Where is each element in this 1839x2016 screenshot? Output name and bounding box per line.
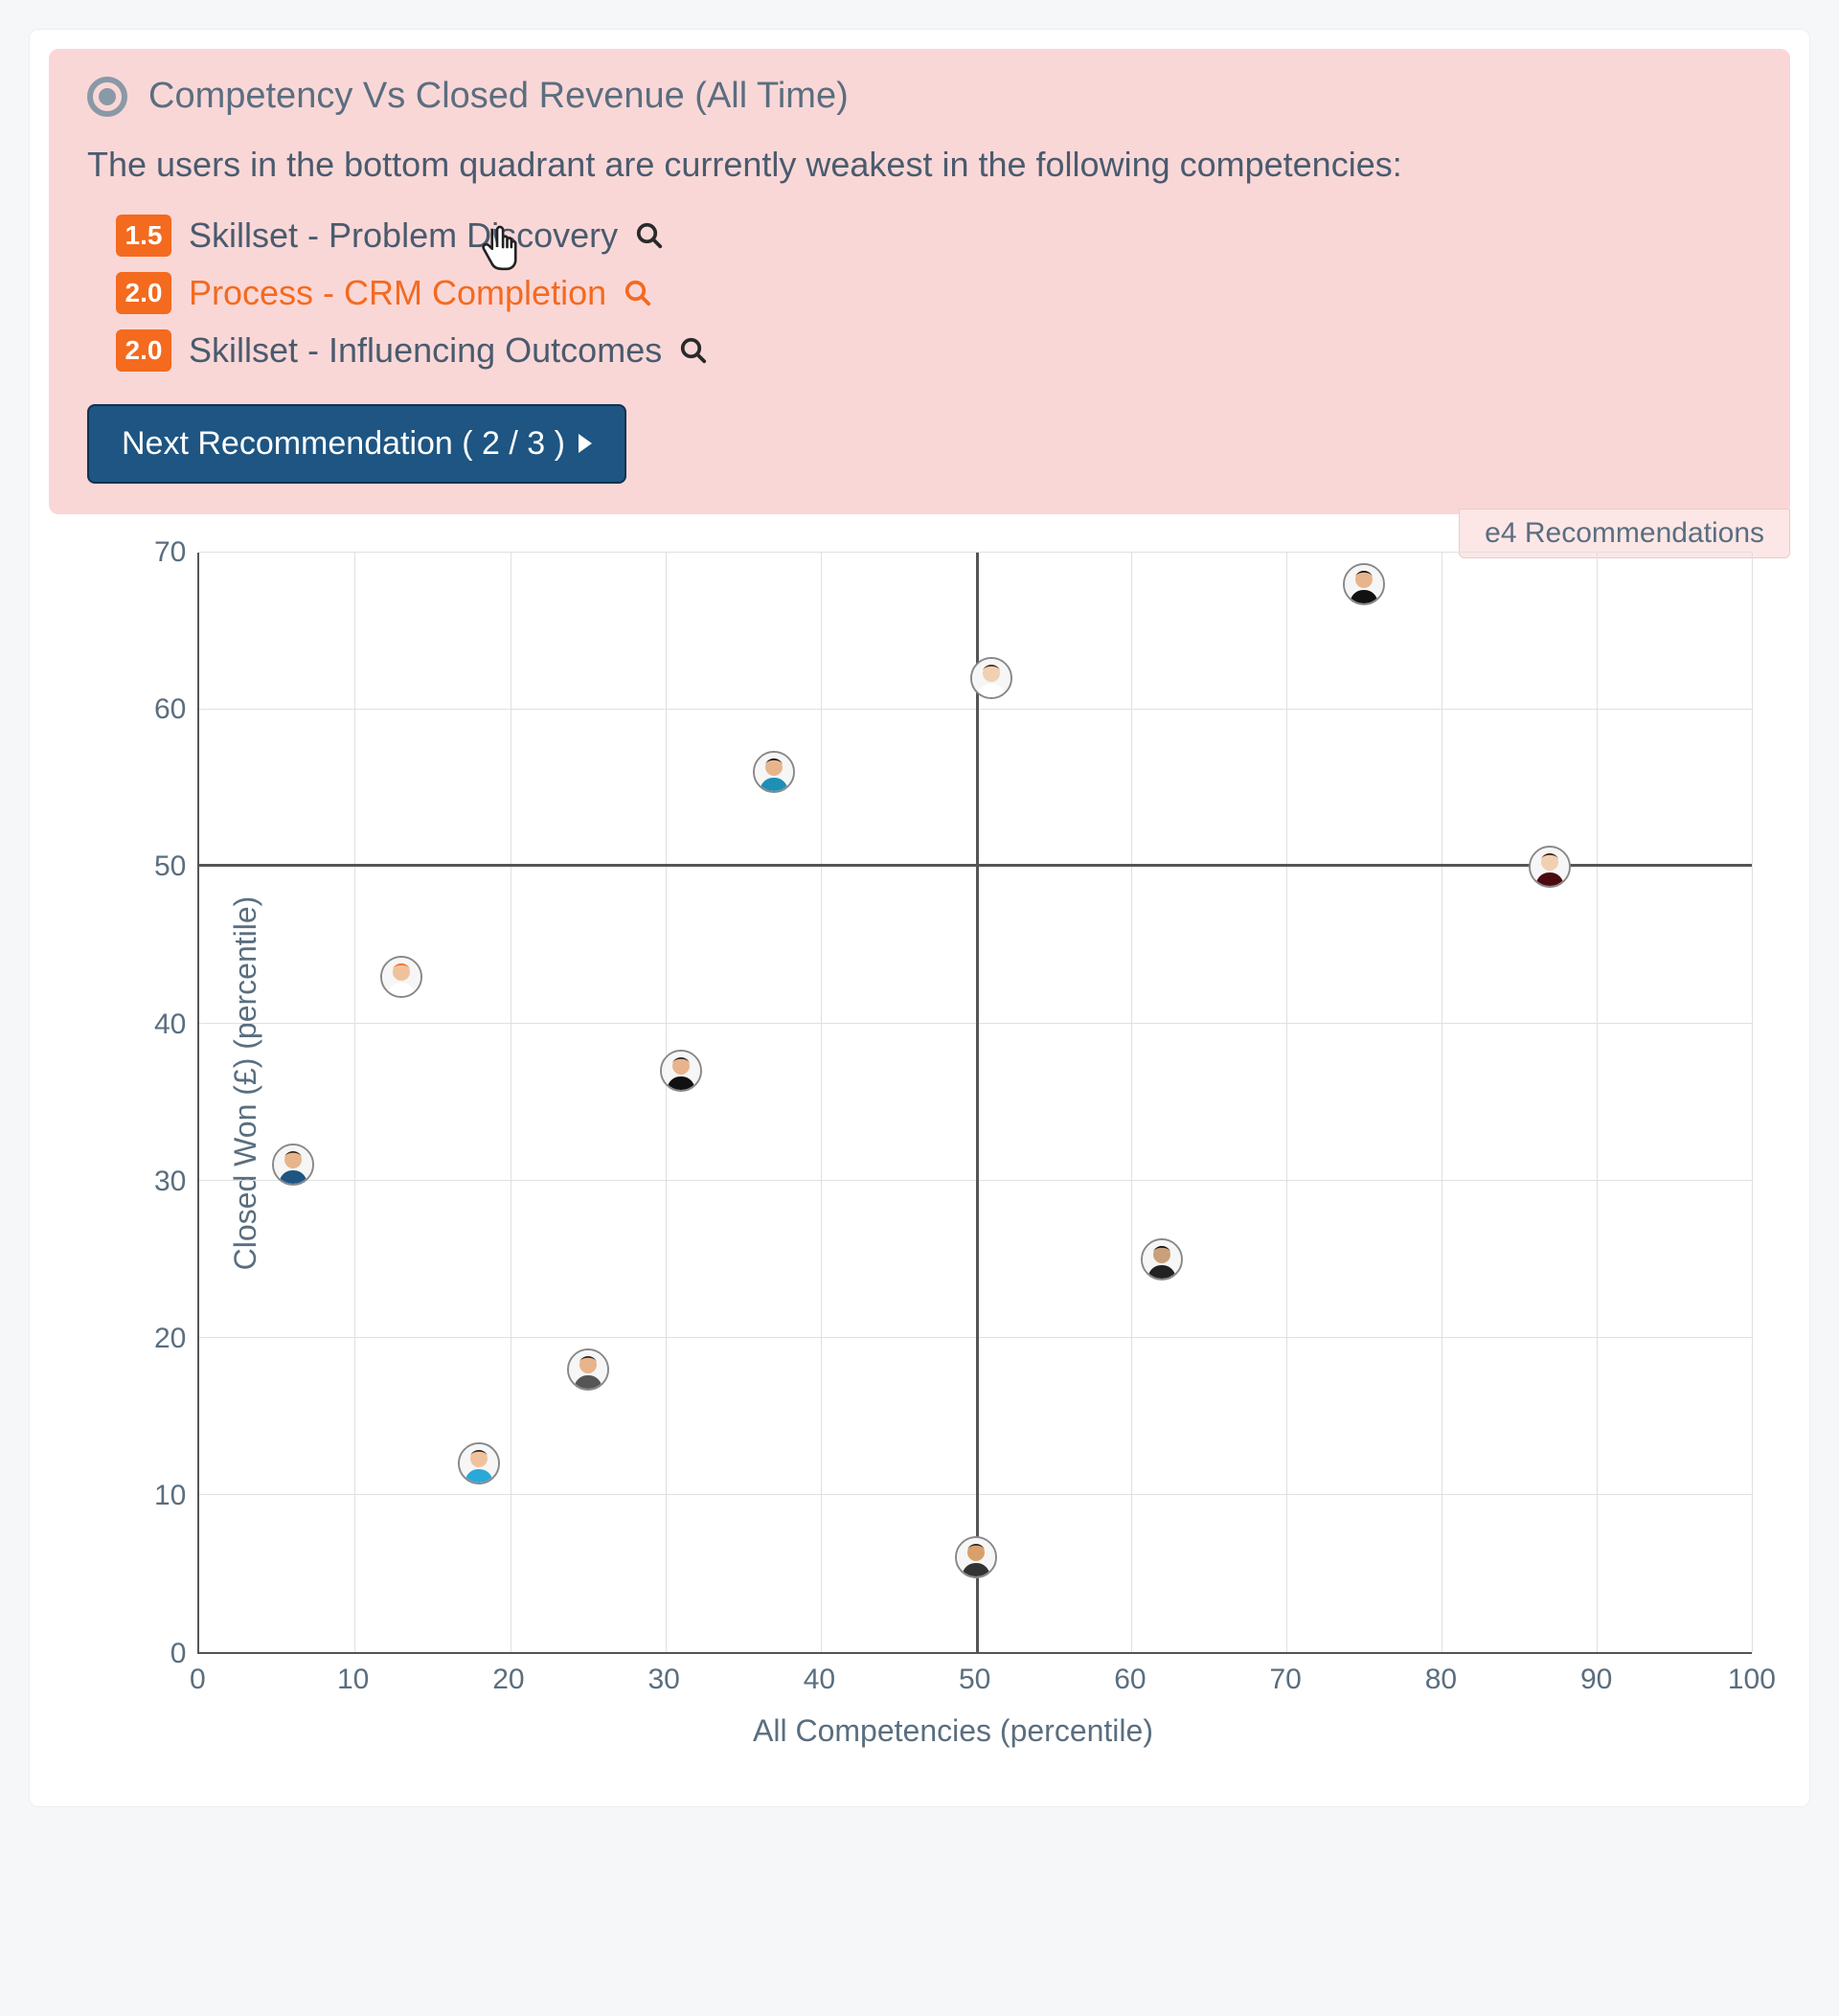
quadrant-line-vertical [976,553,979,1652]
competency-score-badge: 1.5 [116,215,171,257]
search-icon[interactable] [635,221,664,250]
recommendation-description: The users in the bottom quadrant are cur… [87,138,1752,192]
scatter-point[interactable] [458,1442,500,1484]
recommendation-card: Competency Vs Closed Revenue (All Time) … [49,49,1790,514]
target-icon [87,77,127,117]
search-icon[interactable] [624,279,652,307]
gridline [821,553,822,1652]
competency-row[interactable]: 2.0 Process - CRM Completion [116,272,1752,314]
competency-label: Skillset - Problem Discovery [189,215,618,256]
scatter-chart: Closed Won (£) (percentile) 010203040506… [49,524,1790,1768]
competency-list: 1.5 Skillset - Problem Discovery 2.0 Proces… [116,215,1752,372]
scatter-point[interactable] [272,1144,314,1186]
gridline [666,553,667,1652]
next-recommendation-label: Next Recommendation ( 2 / 3 ) [122,425,565,463]
scatter-point[interactable] [955,1536,997,1578]
scatter-point[interactable] [567,1348,609,1391]
scatter-point[interactable] [753,751,795,793]
x-axis-ticks: 0102030405060708090100 [197,1664,1752,1696]
scatter-point[interactable] [970,657,1012,699]
scatter-point[interactable] [1529,846,1571,888]
search-icon[interactable] [679,336,708,365]
chevron-right-icon [579,434,592,453]
competency-score-badge: 2.0 [116,272,171,314]
gridline [1752,553,1753,1652]
scatter-point[interactable] [380,956,422,998]
scatter-point[interactable] [1343,563,1385,605]
competency-row[interactable]: 2.0 Skillset - Influencing Outcomes [116,329,1752,372]
plot-area[interactable] [197,553,1752,1654]
competency-label: Process - CRM Completion [189,273,606,313]
gridline [354,553,355,1652]
competency-label: Skillset - Influencing Outcomes [189,330,662,371]
x-axis-label: All Competencies (percentile) [154,1713,1752,1749]
gridline [1597,553,1598,1652]
competency-score-badge: 2.0 [116,329,171,372]
gridline [1286,553,1287,1652]
gridline [1131,553,1132,1652]
next-recommendation-button[interactable]: Next Recommendation ( 2 / 3 ) [87,404,626,484]
scatter-point[interactable] [1141,1238,1183,1280]
chart-panel: Competency Vs Closed Revenue (All Time) … [29,29,1810,1807]
y-axis-ticks: 010203040506070 [154,553,186,1654]
scatter-point[interactable] [660,1050,702,1092]
competency-row[interactable]: 1.5 Skillset - Problem Discovery [116,215,1752,257]
recommendation-title: Competency Vs Closed Revenue (All Time) [148,76,849,117]
